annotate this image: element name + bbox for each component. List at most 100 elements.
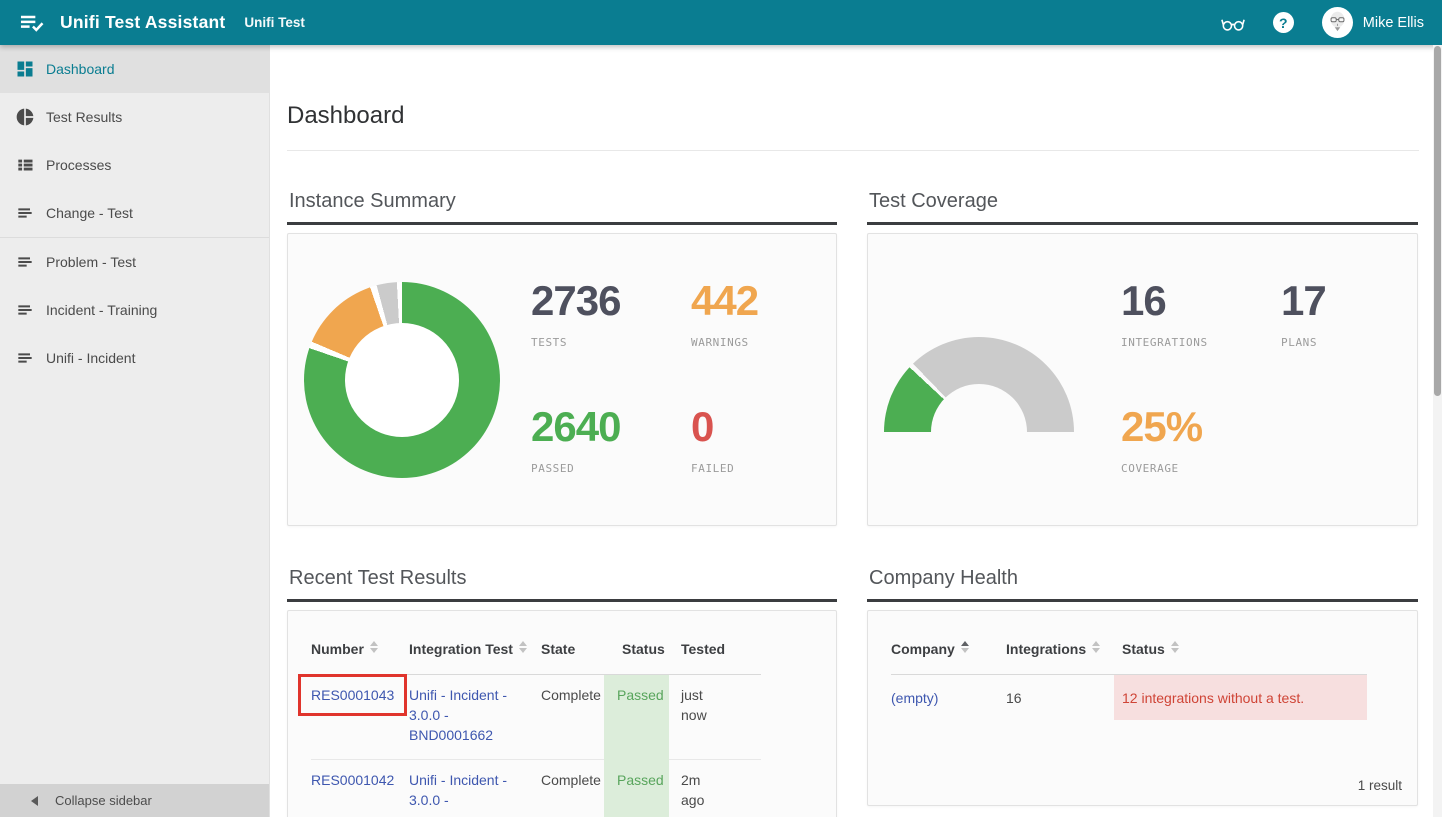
collapse-arrow-icon [31,796,38,806]
coverage-gauge-chart [884,337,1074,432]
stat-label: PASSED [531,462,691,475]
section-recent-test-results: Recent Test Results Number Integration T… [287,567,837,817]
avatar[interactable] [1322,7,1353,38]
sidebar: Dashboard Test Results Processes Change … [0,45,270,817]
stat-value: 17 [1281,280,1326,322]
scrollbar-thumb[interactable] [1434,46,1441,396]
status-cell: Passed [604,675,669,760]
stat-value: 16 [1121,280,1281,322]
result-link[interactable]: RES0001043 [311,687,394,703]
dashboard-icon [15,59,35,79]
sidebar-item-label: Problem - Test [46,254,136,270]
section-instance-summary: Instance Summary 2736 TESTS 442 WARNINGS… [287,190,837,526]
integration-test-link[interactable]: Unifi - Incident - 3.0.0 - [409,772,507,808]
integration-test-cell: Unifi - Incident - 3.0.0 - BND0001662 [409,675,541,760]
stat-value: 2640 [531,406,691,448]
top-header-bar: Unifi Test Assistant Unifi Test ? Mike E… [0,0,1442,45]
result-link[interactable]: RES0001042 [311,772,394,788]
integration-test-link[interactable]: Unifi - Incident - 3.0.0 - BND0001662 [409,687,507,743]
column-header-tested[interactable]: Tested [669,611,761,675]
tests-donut-chart [304,282,500,478]
health-status-cell: 12 integrations without a test. [1114,675,1367,721]
section-title: Instance Summary [289,190,837,213]
stat-value: 2736 [531,280,691,322]
section-title-underline [867,599,1418,602]
page-scrollbar[interactable] [1433,45,1442,817]
integration-test-cell: Unifi - Incident - 3.0.0 - [409,760,541,817]
stat-passed: 2640 PASSED [531,406,691,475]
sort-asc-icon [961,641,969,653]
sidebar-item-label: Incident - Training [46,302,157,318]
app-title: Unifi Test Assistant [60,12,225,33]
list-icon [15,155,35,175]
page-title: Dashboard [287,102,404,131]
company-link[interactable]: (empty) [891,690,938,706]
number-cell: RES0001043 [311,675,409,760]
stat-value: 0 [691,406,758,448]
stat-value: 442 [691,280,758,322]
tested-cell: just now [669,675,761,760]
instance-name: Unifi Test [244,15,305,30]
recent-test-results-card: Number Integration Test State Status Tes… [287,610,837,817]
lines-icon [15,348,35,368]
sort-icon [370,641,378,653]
instance-summary-card: 2736 TESTS 442 WARNINGS 2640 PASSED 0 FA… [287,233,837,526]
lines-icon [15,300,35,320]
header-actions: ? Mike Ellis [1219,7,1424,38]
click-highlight-box: RES0001043 [298,674,407,716]
section-title-underline [287,222,837,225]
sidebar-item-processes[interactable]: Processes [0,141,269,189]
section-title: Company Health [869,567,1418,590]
test-coverage-stats: 16 INTEGRATIONS 17 PLANS 25% COVERAGE [1121,280,1326,475]
number-cell: RES0001042 [311,760,409,817]
column-header-number[interactable]: Number [311,611,409,675]
state-cell: Complete [541,675,604,760]
sidebar-item-label: Test Results [46,109,122,125]
column-header-company[interactable]: Company [891,611,1006,675]
sidebar-item-dashboard[interactable]: Dashboard [0,45,269,93]
sidebar-item-unifi-incident[interactable]: Unifi - Incident [0,334,269,382]
glasses-icon[interactable] [1219,12,1247,34]
sort-icon [1092,641,1100,653]
lines-icon [15,203,35,223]
sidebar-item-incident-training[interactable]: Incident - Training [0,286,269,334]
integrations-cell: 16 [1006,675,1114,721]
section-title-underline [287,599,837,602]
column-header-integrations[interactable]: Integrations [1006,611,1114,675]
sidebar-item-problem-test[interactable]: Problem - Test [0,238,269,286]
stat-tests: 2736 TESTS [531,280,691,349]
app-logo-playlist-check-icon[interactable] [18,11,45,34]
stat-coverage: 25% COVERAGE [1121,406,1281,475]
collapse-label: Collapse sidebar [55,793,152,808]
column-header-status[interactable]: Status [604,611,669,675]
column-header-integration-test[interactable]: Integration Test [409,611,541,675]
section-title: Recent Test Results [289,567,837,590]
column-header-state[interactable]: State [541,611,604,675]
section-title: Test Coverage [869,190,1418,213]
stat-label: INTEGRATIONS [1121,336,1281,349]
stat-value: 25% [1121,406,1281,448]
test-coverage-card: 16 INTEGRATIONS 17 PLANS 25% COVERAGE [867,233,1418,526]
table-row: RES0001042 Unifi - Incident - 3.0.0 - Co… [311,760,761,817]
table-row: RES0001043 Unifi - Incident - 3.0.0 - BN… [311,675,761,760]
result-count: 1 result [1358,778,1402,793]
stat-label: WARNINGS [691,336,758,349]
recent-test-results-table: Number Integration Test State Status Tes… [311,611,761,817]
lines-icon [15,252,35,272]
collapse-sidebar-button[interactable]: Collapse sidebar [0,784,269,817]
column-header-status[interactable]: Status [1114,611,1367,675]
pie-chart-icon [15,107,35,127]
sidebar-item-change-test[interactable]: Change - Test [0,189,269,237]
stat-integrations: 16 INTEGRATIONS [1121,280,1281,349]
instance-summary-stats: 2736 TESTS 442 WARNINGS 2640 PASSED 0 FA… [531,280,758,475]
sidebar-item-label: Unifi - Incident [46,350,135,366]
table-row: (empty) 16 12 integrations without a tes… [891,675,1367,721]
stat-plans: 17 PLANS [1281,280,1326,349]
sidebar-item-test-results[interactable]: Test Results [0,93,269,141]
title-divider [287,150,1419,151]
stat-label: COVERAGE [1121,462,1281,475]
sort-icon [1171,641,1179,653]
stat-warnings: 442 WARNINGS [691,280,758,349]
help-icon[interactable]: ? [1273,12,1294,33]
user-name[interactable]: Mike Ellis [1363,15,1424,31]
